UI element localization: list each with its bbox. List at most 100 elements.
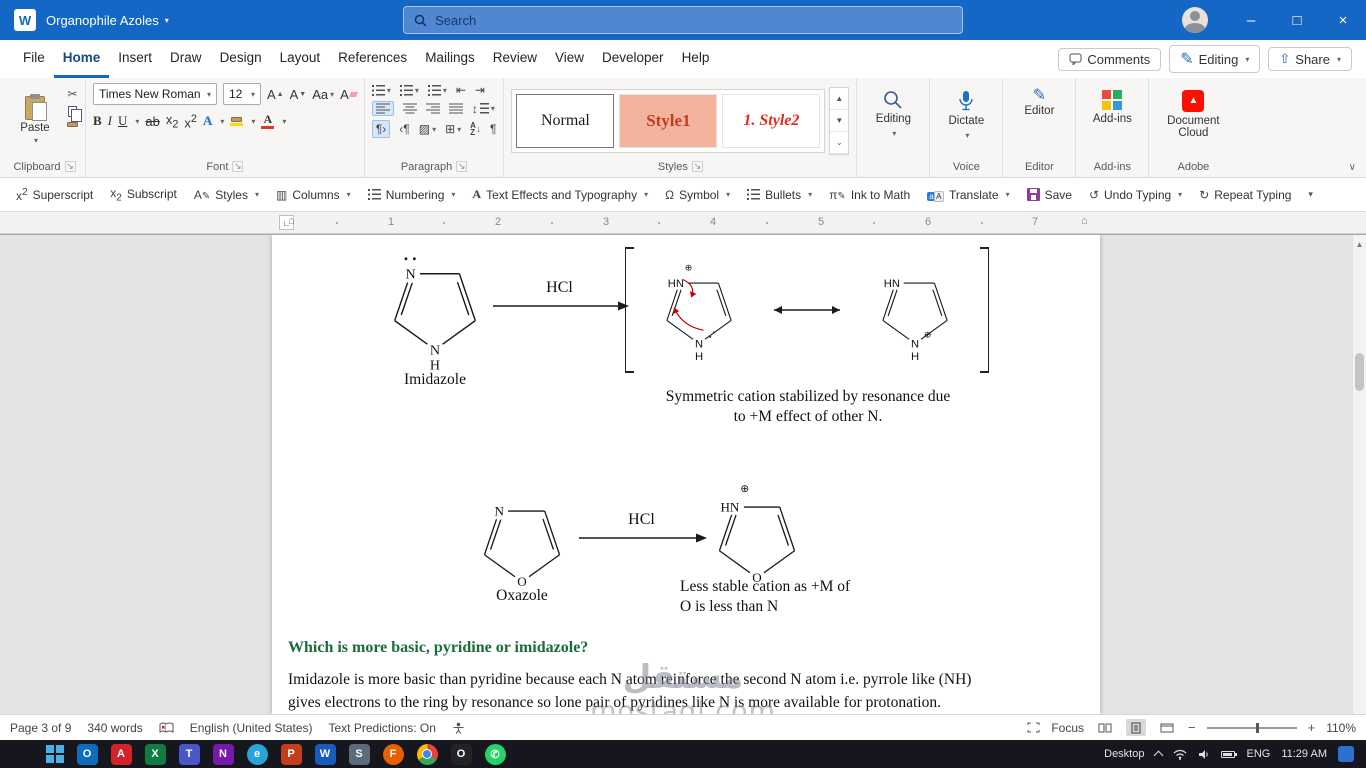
vertical-scrollbar[interactable]: ▲: [1352, 235, 1366, 714]
title-chevron-down-icon[interactable]: ▾: [165, 16, 169, 25]
text-effects-button[interactable]: A: [203, 113, 212, 129]
qat-repeat[interactable]: ↻ Repeat Typing: [1199, 188, 1291, 202]
notification-icon[interactable]: [1338, 746, 1354, 762]
search-box[interactable]: [403, 6, 963, 34]
styles-dialog-launcher-icon[interactable]: ↘: [691, 161, 703, 172]
numbering-button[interactable]: ▾: [399, 84, 419, 96]
paste-button[interactable]: Paste ▾: [11, 83, 59, 158]
align-left-button[interactable]: [371, 101, 394, 116]
minimize-button[interactable]: –: [1228, 0, 1274, 40]
justify-button[interactable]: [448, 103, 463, 114]
show-paragraph-marks-button[interactable]: ¶: [490, 122, 496, 136]
format-painter-icon[interactable]: [67, 122, 78, 127]
language-indicator[interactable]: English (United States): [190, 721, 313, 735]
underline-button[interactable]: U: [118, 113, 127, 129]
horizontal-ruler[interactable]: ∟ ⌂ 1 2 3 4 5 6 7 ⌂: [0, 212, 1366, 234]
clear-formatting-button[interactable]: A: [340, 87, 358, 102]
clock[interactable]: 11:29 AM: [1281, 748, 1327, 760]
taskbar-app-steam[interactable]: S: [348, 743, 370, 765]
right-indent-marker[interactable]: ⌂: [1081, 215, 1088, 227]
taskbar-app-outlook[interactable]: O: [76, 743, 98, 765]
word-count[interactable]: 340 words: [87, 721, 142, 735]
maximize-button[interactable]: □: [1274, 0, 1320, 40]
style-normal[interactable]: Normal: [516, 93, 615, 148]
qat-superscript[interactable]: x2 Superscript: [16, 187, 93, 203]
battery-icon[interactable]: [1221, 750, 1238, 758]
document-cloud-button[interactable]: ▲ Document Cloud: [1156, 83, 1230, 158]
menu-tab-developer[interactable]: Developer: [593, 40, 673, 78]
highlight-color-button[interactable]: [230, 116, 244, 126]
font-size-select[interactable]: 12 ▾: [223, 83, 261, 105]
bullets-button[interactable]: ▾: [371, 84, 391, 96]
decrease-indent-button[interactable]: ⇤: [456, 83, 466, 97]
collapse-ribbon-icon[interactable]: ∨: [1349, 162, 1356, 173]
search-input[interactable]: [435, 12, 952, 28]
shrink-font-button[interactable]: A ▼: [290, 87, 307, 102]
menu-tab-file[interactable]: File: [14, 40, 54, 78]
menu-tab-review[interactable]: Review: [484, 40, 546, 78]
zoom-level[interactable]: 110%: [1326, 721, 1356, 735]
editing-mode-button[interactable]: ✎ Editing ▾: [1169, 45, 1261, 73]
qat-styles[interactable]: A✎ Styles ▾: [194, 188, 259, 202]
text-predictions[interactable]: Text Predictions: On: [329, 721, 436, 735]
qat-save[interactable]: Save: [1026, 188, 1072, 202]
zoom-out-button[interactable]: −: [1188, 720, 1196, 735]
taskbar-app-teams[interactable]: T: [178, 743, 200, 765]
proofing-icon[interactable]: [159, 722, 174, 734]
qat-bullets[interactable]: Bullets ▾: [747, 188, 812, 202]
qat-numbering[interactable]: Numbering ▾: [367, 188, 455, 202]
qat-undo[interactable]: ↺ Undo Typing ▾: [1089, 188, 1182, 202]
taskbar-app-whatsapp[interactable]: ✆: [484, 743, 506, 765]
zoom-in-button[interactable]: +: [1308, 720, 1316, 735]
style-style2[interactable]: 1. Style2: [722, 93, 821, 148]
share-button[interactable]: ⇧ Share ▾: [1268, 47, 1352, 71]
qat-translate[interactable]: a A Translate ▾: [927, 188, 1010, 202]
italic-button[interactable]: I: [108, 113, 112, 129]
desktop-label[interactable]: Desktop: [1104, 748, 1144, 760]
copy-icon[interactable]: [68, 106, 82, 122]
focus-button[interactable]: Focus: [1051, 721, 1084, 735]
zoom-slider[interactable]: [1206, 722, 1297, 733]
page-indicator[interactable]: Page 3 of 9: [10, 721, 71, 735]
grow-font-button[interactable]: A ▲: [267, 87, 284, 102]
menu-tab-layout[interactable]: Layout: [271, 40, 330, 78]
menu-tab-draw[interactable]: Draw: [161, 40, 211, 78]
styles-scroll-up-icon[interactable]: ▲: [830, 88, 849, 110]
taskbar-app-edge[interactable]: e: [246, 743, 268, 765]
qat-text-effects[interactable]: A Text Effects and Typography ▾: [472, 187, 648, 202]
font-color-button[interactable]: A: [261, 113, 275, 130]
align-right-button[interactable]: [425, 103, 440, 114]
scrollbar-thumb[interactable]: [1355, 353, 1364, 391]
shading-button[interactable]: ▨ ▾: [419, 122, 436, 136]
document-title[interactable]: Organophile Azoles: [46, 13, 159, 28]
style-style1[interactable]: Style1: [619, 93, 718, 148]
menu-tab-mailings[interactable]: Mailings: [416, 40, 484, 78]
qat-columns[interactable]: ▥ Columns ▾: [276, 188, 351, 202]
clipboard-dialog-launcher-icon[interactable]: ↘: [64, 161, 76, 172]
menu-tab-home[interactable]: Home: [53, 40, 110, 78]
bold-button[interactable]: B: [93, 113, 102, 129]
dictate-button[interactable]: Dictate ▾: [937, 83, 995, 158]
paragraph-dialog-launcher-icon[interactable]: ↘: [456, 161, 468, 172]
taskbar-app-onenote[interactable]: N: [212, 743, 234, 765]
read-mode-button[interactable]: [1095, 719, 1115, 736]
multilevel-list-button[interactable]: ▾: [427, 84, 447, 96]
font-dialog-launcher-icon[interactable]: ↘: [232, 161, 244, 172]
menu-tab-design[interactable]: Design: [211, 40, 271, 78]
superscript-button[interactable]: x2: [184, 113, 197, 130]
change-case-button[interactable]: Aa ▾: [312, 87, 334, 102]
line-spacing-button[interactable]: ↕ ▾: [472, 102, 495, 116]
close-button[interactable]: ×: [1320, 0, 1366, 40]
volume-icon[interactable]: [1198, 749, 1210, 760]
left-indent-marker[interactable]: ⌂: [288, 215, 295, 227]
increase-indent-button[interactable]: ⇥: [475, 83, 485, 97]
word-app-icon[interactable]: W: [14, 9, 36, 31]
align-center-button[interactable]: [402, 103, 417, 114]
taskbar-app-opera[interactable]: O: [450, 743, 472, 765]
taskbar-app-excel[interactable]: X: [144, 743, 166, 765]
font-family-select[interactable]: Times New Roman ▾: [93, 83, 217, 105]
web-layout-button[interactable]: [1157, 719, 1177, 736]
print-layout-button[interactable]: [1126, 719, 1146, 736]
taskbar-app-word[interactable]: W: [314, 743, 336, 765]
accessibility-icon[interactable]: [452, 722, 465, 734]
